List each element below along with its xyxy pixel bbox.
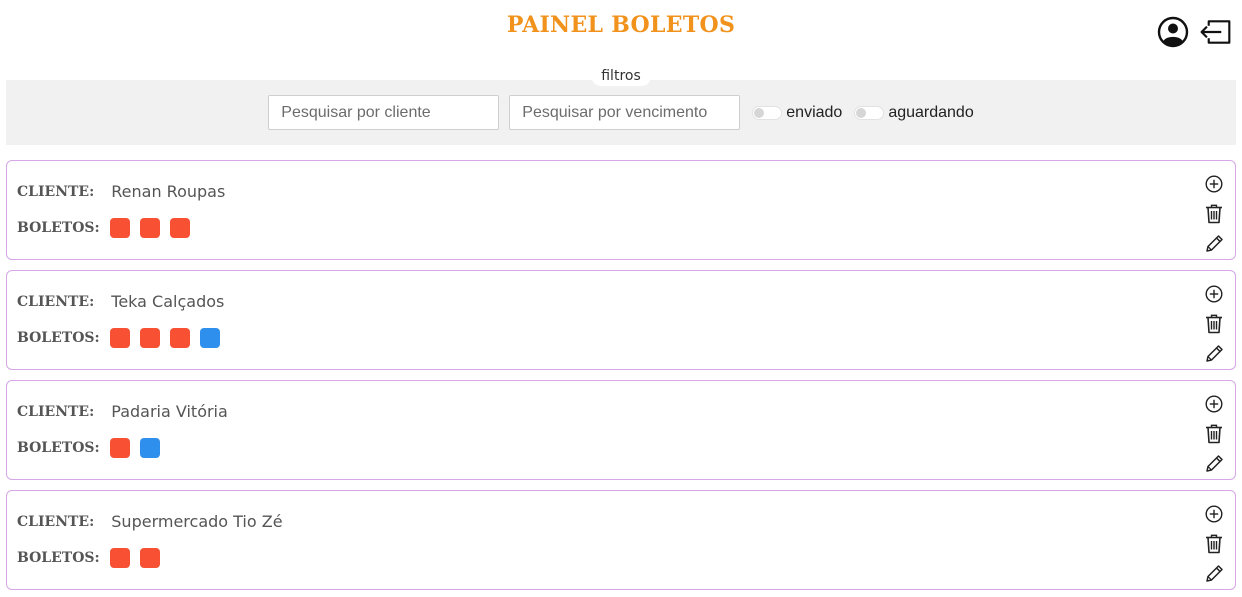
pencil-icon[interactable] [1203, 343, 1225, 365]
client-name: Renan Roupas [111, 182, 226, 201]
boletos-label: BOLETOS: [17, 330, 100, 346]
card-actions [1203, 173, 1225, 255]
pencil-icon[interactable] [1203, 453, 1225, 475]
client-row: CLIENTE: Renan Roupas [17, 182, 225, 201]
client-name: Supermercado Tio Zé [111, 512, 283, 531]
trash-icon[interactable] [1203, 203, 1225, 225]
header: PAINEL BOLETOS [0, 0, 1242, 52]
boleto-red-square[interactable] [139, 218, 160, 238]
client-name: Padaria Vitória [111, 402, 228, 421]
pencil-icon[interactable] [1203, 233, 1225, 255]
boleto-red-square[interactable] [139, 548, 160, 568]
waiting-switch[interactable] [854, 105, 885, 120]
client-label: CLIENTE: [17, 293, 95, 310]
client-name: Teka Calçados [111, 292, 225, 311]
due-date-search-input[interactable] [509, 95, 741, 130]
boletos-row: BOLETOS: [17, 218, 190, 238]
client-row: CLIENTE: Padaria Vitória [17, 402, 228, 421]
boleto-red-square[interactable] [109, 548, 130, 568]
client-card: CLIENTE: Teka Calçados BOLETOS: [6, 270, 1236, 370]
card-actions [1203, 393, 1225, 475]
sent-toggle[interactable]: enviado [752, 104, 842, 122]
client-search-input[interactable] [268, 95, 500, 130]
add-circle-icon[interactable] [1203, 393, 1225, 415]
boleto-red-square[interactable] [109, 328, 130, 348]
client-row: CLIENTE: Supermercado Tio Zé [17, 512, 283, 531]
sent-toggle-label: enviado [786, 103, 843, 121]
boleto-red-square[interactable] [109, 218, 130, 238]
client-row: CLIENTE: Teka Calçados [17, 292, 224, 311]
boletos-row: BOLETOS: [17, 328, 220, 348]
boletos-label: BOLETOS: [17, 220, 100, 236]
filters-label: filtros [591, 66, 651, 86]
boleto-blue-square[interactable] [199, 328, 220, 348]
waiting-toggle-label: aguardando [888, 103, 974, 121]
add-circle-icon[interactable] [1203, 173, 1225, 195]
boleto-list [109, 328, 220, 348]
client-label: CLIENTE: [17, 403, 95, 420]
boleto-red-square[interactable] [169, 328, 190, 348]
client-card: CLIENTE: Supermercado Tio Zé BOLETOS: [6, 490, 1236, 590]
waiting-toggle[interactable]: aguardando [854, 103, 974, 122]
client-card: CLIENTE: Renan Roupas BOLETOS: [6, 160, 1236, 260]
boletos-label: BOLETOS: [17, 550, 100, 566]
card-actions [1203, 283, 1225, 365]
card-actions [1203, 503, 1225, 585]
header-actions [1156, 15, 1232, 49]
pencil-icon[interactable] [1203, 563, 1225, 585]
boleto-list [109, 548, 160, 568]
boleto-list [109, 218, 190, 238]
client-card-list: CLIENTE: Renan Roupas BOLETOS: CLIENTE: … [6, 160, 1236, 590]
boletos-label: BOLETOS: [17, 440, 100, 456]
trash-icon[interactable] [1203, 313, 1225, 335]
filters-bar: enviado aguardando [6, 80, 1236, 145]
client-label: CLIENTE: [17, 513, 95, 530]
client-label: CLIENTE: [17, 183, 95, 200]
trash-icon[interactable] [1203, 423, 1225, 445]
boleto-blue-square[interactable] [139, 438, 160, 458]
logout-icon[interactable] [1198, 15, 1232, 49]
waiting-switch-knob [856, 107, 867, 118]
filters-panel: filtros enviado aguardando [6, 66, 1236, 145]
user-circle-icon[interactable] [1156, 15, 1190, 49]
boleto-red-square[interactable] [139, 328, 160, 348]
sent-switch-knob [754, 107, 765, 118]
add-circle-icon[interactable] [1203, 503, 1225, 525]
client-card: CLIENTE: Padaria Vitória BOLETOS: [6, 380, 1236, 480]
sent-switch[interactable] [752, 105, 783, 120]
boleto-list [109, 438, 160, 458]
boleto-red-square[interactable] [169, 218, 190, 238]
add-circle-icon[interactable] [1203, 283, 1225, 305]
boleto-red-square[interactable] [109, 438, 130, 458]
boletos-row: BOLETOS: [17, 438, 160, 458]
boletos-row: BOLETOS: [17, 548, 160, 568]
trash-icon[interactable] [1203, 533, 1225, 555]
page-title: PAINEL BOLETOS [506, 12, 736, 38]
